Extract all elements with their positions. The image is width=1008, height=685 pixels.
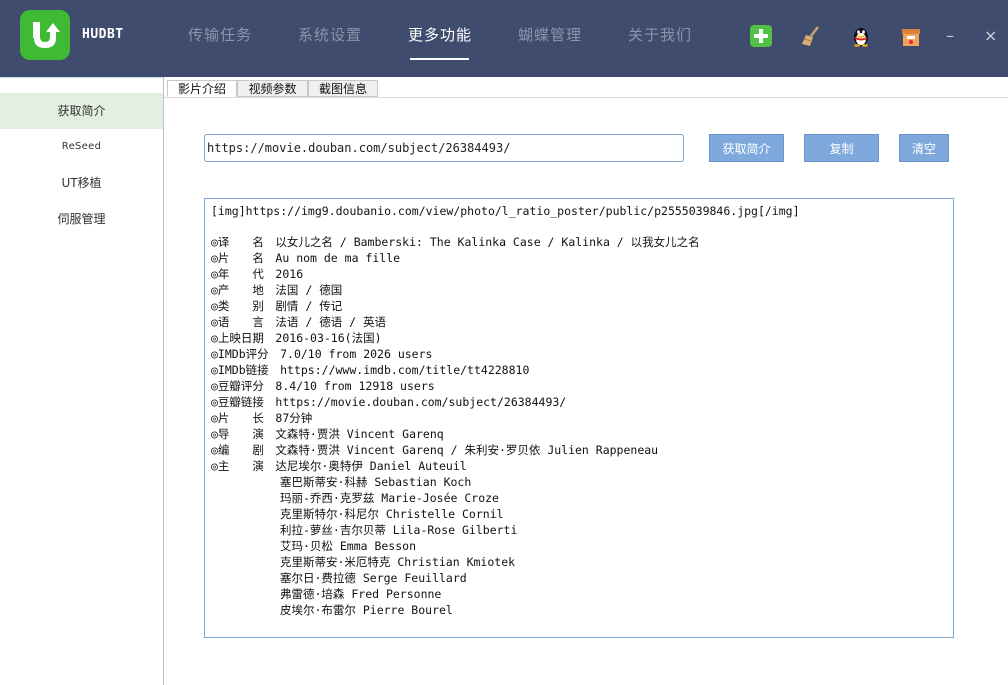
output-line: ◎片 名 Au nom de ma fille	[211, 251, 401, 265]
tab-video-params[interactable]: 视频参数	[237, 80, 308, 97]
output-line: ◎类 别 剧情 / 传记	[211, 299, 343, 313]
fetch-intro-button[interactable]: 获取简介	[709, 134, 784, 162]
output-line: 塞巴斯蒂安·科赫 Sebastian Koch	[211, 475, 472, 489]
output-line: 弗雷德·培森 Fred Personne	[211, 587, 442, 601]
nav-system-settings[interactable]: 系统设置	[298, 24, 362, 45]
output-line: ◎译 名 以女儿之名 / Bamberski: The Kalinka Case…	[211, 235, 700, 249]
output-line: ◎语 言 法语 / 德语 / 英语	[211, 315, 386, 329]
add-icon[interactable]	[750, 25, 772, 47]
output-line: 皮埃尔·布雷尔 Pierre Bourel	[211, 603, 453, 617]
app-name: HUDBT	[82, 27, 124, 42]
output-line: ◎主 演 达尼埃尔·奥特伊 Daniel Auteuil	[211, 459, 467, 473]
output-line: 塞尔日·费拉德 Serge Feuillard	[211, 571, 467, 585]
qq-penguin-icon[interactable]	[850, 25, 872, 47]
tab-divider	[164, 97, 1008, 98]
sidebar-item-reseed[interactable]: ReSeed	[0, 129, 163, 165]
intro-output-textarea[interactable]: [img]https://img9.doubanio.com/view/phot…	[204, 198, 954, 638]
output-line: ◎编 剧 文森特·贾洪 Vincent Garenq / 朱利安·罗贝依 Jul…	[211, 443, 659, 457]
nav-butterfly-management[interactable]: 蝴蝶管理	[518, 24, 582, 45]
url-input[interactable]: https://movie.douban.com/subject/2638449…	[204, 134, 684, 162]
gift-box-icon[interactable]	[900, 25, 922, 47]
output-line: ◎豆瓣评分 8.4/10 from 12918 users	[211, 379, 435, 393]
app-logo	[20, 10, 70, 60]
tab-movie-intro[interactable]: 影片介绍	[167, 80, 237, 97]
output-line: 利拉-萝丝·吉尔贝蒂 Lila-Rose Gilberti	[211, 523, 518, 537]
sidebar-item-ut-migrate[interactable]: UT移植	[0, 165, 163, 201]
output-line: ◎年 代 2016	[211, 267, 304, 281]
active-nav-indicator	[410, 58, 469, 60]
sidebar-item-server-management[interactable]: 伺服管理	[0, 201, 163, 237]
nav-more-features[interactable]: 更多功能	[408, 24, 472, 45]
sidebar-item-get-intro[interactable]: 获取简介	[0, 93, 163, 129]
output-line: ◎IMDb评分 7.0/10 from 2026 users	[211, 347, 433, 361]
title-bar: HUDBT 传输任务 系统设置 更多功能 蝴蝶管理 关于我们 – ×	[0, 0, 1008, 77]
output-line: [img]https://img9.doubanio.com/view/phot…	[211, 204, 800, 218]
output-line: ◎上映日期 2016-03-16(法国)	[211, 331, 382, 345]
copy-button[interactable]: 复制	[804, 134, 879, 162]
output-line: ◎豆瓣链接 https://movie.douban.com/subject/2…	[211, 395, 567, 409]
output-line: ◎IMDb链接 https://www.imdb.com/title/tt422…	[211, 363, 530, 377]
nav-about-us[interactable]: 关于我们	[628, 24, 692, 45]
output-line: 玛丽-乔西·克罗兹 Marie-Josée Croze	[211, 491, 499, 505]
output-line: 克里斯特尔·科尼尔 Christelle Cornil	[211, 507, 504, 521]
output-line: ◎产 地 法国 / 德国	[211, 283, 343, 297]
output-line: 艾玛·贝松 Emma Besson	[211, 539, 417, 553]
clear-button[interactable]: 清空	[899, 134, 949, 162]
minimize-button[interactable]: –	[946, 26, 954, 46]
nav-transfer-tasks[interactable]: 传输任务	[188, 24, 252, 45]
tab-screenshot-info[interactable]: 截图信息	[308, 80, 378, 97]
broom-icon[interactable]	[800, 25, 822, 47]
output-line: 克里斯蒂安·米厄特克 Christian Kmiotek	[211, 555, 516, 569]
output-line: ◎片 长 87分钟	[211, 411, 313, 425]
download-logo-icon	[33, 22, 60, 48]
output-line: ◎导 演 文森特·贾洪 Vincent Garenq	[211, 427, 444, 441]
close-button[interactable]: ×	[984, 26, 997, 46]
sidebar: 获取简介 ReSeed UT移植 伺服管理	[0, 77, 164, 685]
